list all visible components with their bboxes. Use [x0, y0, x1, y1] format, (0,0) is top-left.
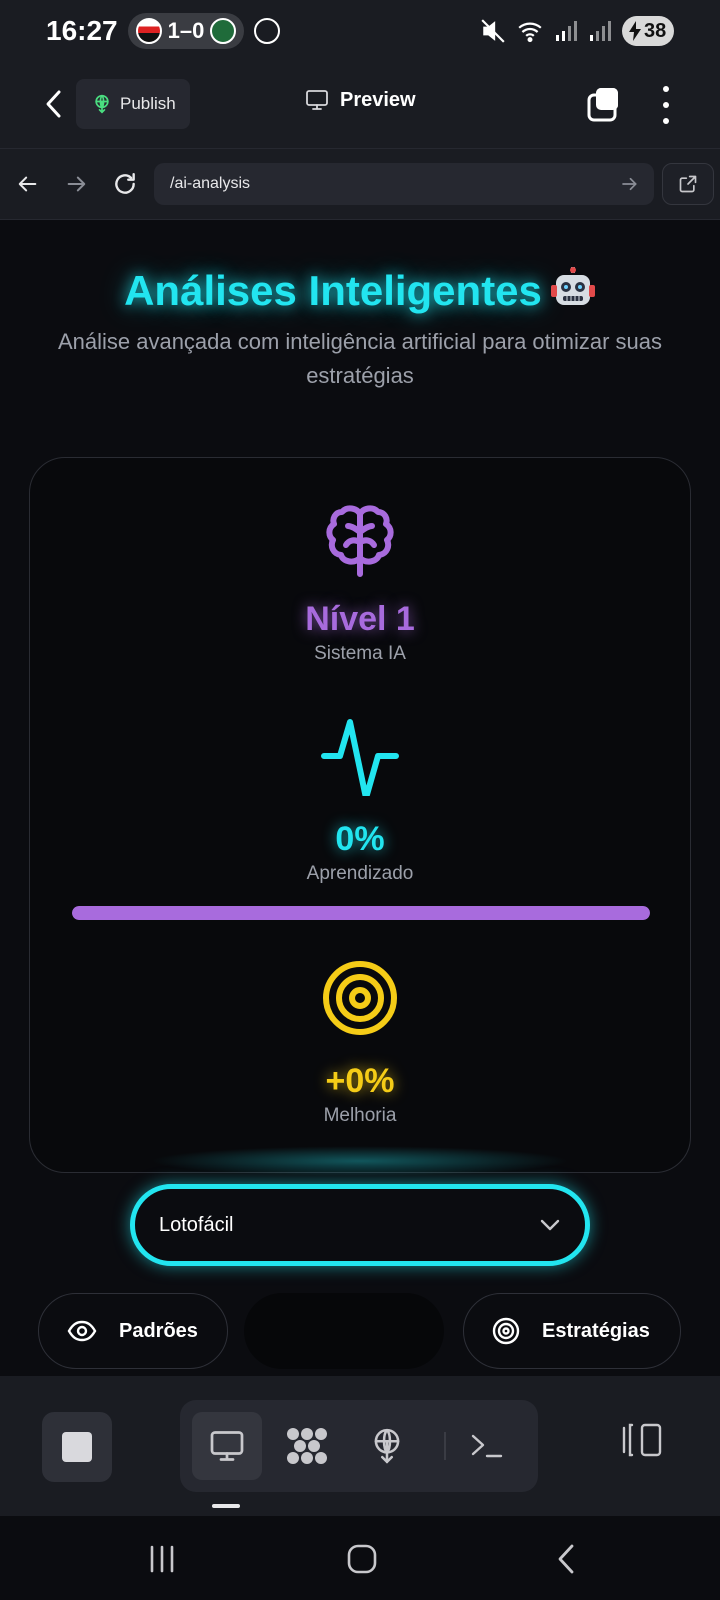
- stop-button[interactable]: [42, 1412, 112, 1482]
- monitor-icon: [306, 90, 328, 110]
- system-back-button[interactable]: [546, 1542, 586, 1576]
- arrow-right-icon: [67, 176, 86, 192]
- arrow-left-icon: [18, 176, 37, 192]
- learning-progress-bar: [72, 906, 650, 920]
- stop-icon: [62, 1432, 92, 1462]
- reload-icon: [115, 173, 135, 194]
- publish-icon: [95, 94, 109, 114]
- lottery-game-selected: Lotofácil: [159, 1213, 234, 1236]
- external-link-icon: [679, 175, 697, 193]
- back-icon: [558, 1544, 574, 1574]
- chevron-left-icon: [46, 90, 61, 118]
- status-time: 16:27: [46, 15, 118, 46]
- battery-indicator: 38: [622, 16, 674, 46]
- page-subtitle: Análise avançada com inteligência artifi…: [57, 329, 663, 388]
- status-icons: 38: [480, 16, 674, 46]
- lottery-game-select[interactable]: Lotofácil: [130, 1184, 590, 1266]
- open-external-button[interactable]: [662, 163, 714, 205]
- improvement-label: Melhoria: [323, 1105, 397, 1126]
- page-content: Análises Inteligentes Análise avançada c…: [0, 221, 720, 1376]
- eye-icon: [67, 1320, 97, 1342]
- browser-back-button[interactable]: [13, 169, 43, 199]
- recent-apps-icon: [150, 1545, 174, 1573]
- status-bar: 16:27 1–0 38: [0, 0, 720, 62]
- chevron-down-icon: [540, 1219, 560, 1231]
- home-icon: [347, 1544, 377, 1574]
- level-value: Nível 1: [305, 600, 415, 638]
- learning-value: 0%: [335, 820, 385, 858]
- team-badge-home-icon: [135, 18, 162, 44]
- team-badge-away-icon: [210, 18, 237, 44]
- learning-progress-fill: [72, 906, 650, 920]
- tab-patterns-label: Padrões: [119, 1319, 198, 1342]
- page-title-text: Análises Inteligentes: [124, 267, 542, 314]
- tab-strategies[interactable]: Estratégias: [463, 1293, 681, 1369]
- url-text: /ai-analysis: [170, 175, 251, 192]
- preview-label: Preview: [340, 88, 416, 111]
- learning-label: Aprendizado: [306, 863, 414, 884]
- stat-level: Nível 1 Sistema IA: [30, 500, 690, 665]
- activity-icon: [321, 719, 399, 796]
- editor-toolbar: [0, 1376, 720, 1516]
- back-button[interactable]: [36, 86, 72, 122]
- target-small-icon: [492, 1317, 520, 1345]
- improvement-value: +0%: [325, 1062, 395, 1100]
- url-input[interactable]: /ai-analysis: [154, 163, 654, 205]
- battery-level: 38: [644, 19, 667, 42]
- reload-button[interactable]: [110, 169, 140, 199]
- recent-apps-button[interactable]: [142, 1542, 182, 1576]
- browser-forward-button[interactable]: [61, 169, 91, 199]
- signal-2-icon: [590, 21, 611, 41]
- level-label: Sistema IA: [314, 643, 406, 664]
- agent-grid-icon: [287, 1428, 327, 1464]
- preview-view-button[interactable]: [192, 1412, 262, 1480]
- active-tab-indicator: [212, 1504, 240, 1508]
- toolbar-divider: [444, 1432, 446, 1460]
- tabs-button[interactable]: [586, 86, 622, 122]
- stat-learning: 0% Aprendizado: [30, 716, 690, 885]
- agent-view-button[interactable]: [272, 1412, 342, 1480]
- more-options-button[interactable]: [656, 86, 676, 124]
- url-bar: /ai-analysis: [0, 148, 720, 220]
- preview-title: Preview: [304, 88, 416, 112]
- publish-button[interactable]: Publish: [76, 79, 190, 129]
- whatsapp-icon: [254, 18, 281, 44]
- app-bar: Publish Preview: [0, 62, 720, 148]
- home-button[interactable]: [342, 1542, 382, 1576]
- live-score-pill: 1–0: [127, 13, 245, 49]
- view-switcher: [180, 1400, 538, 1492]
- terminal-icon: [471, 1434, 503, 1458]
- wifi-icon: [518, 22, 542, 43]
- page-title: Análises Inteligentes: [0, 267, 720, 315]
- brain-icon: [326, 505, 394, 577]
- go-arrow-icon[interactable]: [620, 175, 638, 193]
- monitor-icon: [210, 1431, 244, 1461]
- console-view-button[interactable]: [452, 1412, 522, 1480]
- publish-label: Publish: [120, 94, 176, 113]
- tab-middle[interactable]: [244, 1293, 444, 1369]
- stat-improvement: +0% Melhoria: [30, 958, 690, 1127]
- mute-icon: [481, 19, 505, 43]
- system-navigation-bar: [0, 1516, 720, 1600]
- charging-icon: [629, 21, 641, 41]
- publish-view-button[interactable]: [352, 1412, 422, 1480]
- live-score: 1–0: [167, 18, 205, 43]
- ai-stats-card: Nível 1 Sistema IA 0% Aprendizado +0% Me…: [29, 457, 691, 1173]
- split-panel-button[interactable]: [620, 1420, 664, 1460]
- target-icon: [323, 961, 397, 1035]
- signal-icon: [556, 21, 577, 41]
- robot-icon: [550, 267, 595, 305]
- tab-patterns[interactable]: Padrões: [38, 1293, 228, 1369]
- select-glow: [150, 1146, 570, 1176]
- publish-icon: [374, 1428, 400, 1464]
- tab-strategies-label: Estratégias: [542, 1319, 650, 1342]
